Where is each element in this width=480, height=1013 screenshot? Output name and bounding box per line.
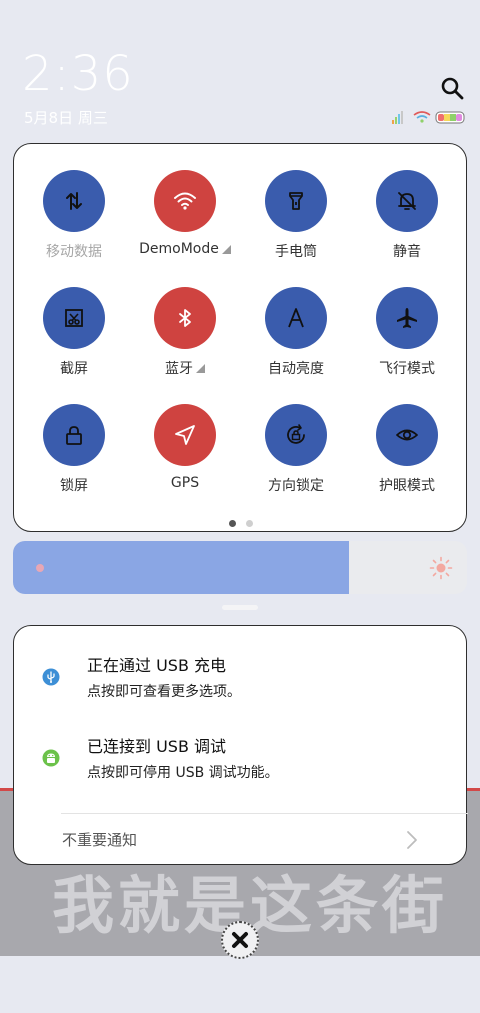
tile-screenshot[interactable]: 截屏 [24, 287, 124, 387]
tile-label: 自动亮度 [268, 361, 324, 377]
notification-usb-debugging[interactable]: 已连接到 USB 调试 点按即可停用 USB 调试功能。 [14, 736, 468, 796]
tile-label: GPS [170, 475, 200, 491]
brightness-high-icon [429, 556, 453, 580]
tile-circle[interactable] [376, 170, 438, 232]
auto-brightness-icon [288, 308, 304, 328]
date[interactable]: 5月8日 周三 [24, 108, 108, 128]
close-button[interactable] [221, 921, 259, 959]
drag-handle[interactable] [222, 605, 258, 610]
tile-mobile-data[interactable]: 移动数据 [24, 170, 124, 270]
screenshot-icon [65, 309, 83, 327]
flashlight-icon [289, 192, 303, 210]
tile-circle[interactable] [376, 287, 438, 349]
tile-gps[interactable]: GPS [135, 404, 235, 504]
tile-circle[interactable] [43, 404, 105, 466]
tile-label: DemoMode [139, 241, 231, 257]
rotation-lock-icon [287, 424, 305, 444]
tile-flashlight[interactable]: 手电筒 [246, 170, 346, 270]
notification-usb-charging[interactable]: 正在通过 USB 充电 点按即可查看更多选项。 [14, 655, 468, 715]
tile-label: 移动数据 [46, 244, 102, 260]
location-arrow-icon [175, 425, 195, 445]
tile-circle[interactable] [376, 404, 438, 466]
tile-airplane[interactable]: 飞行模式 [357, 287, 457, 387]
tile-mute[interactable]: 静音 [357, 170, 457, 270]
wifi-icon [174, 192, 196, 210]
expand-triangle-icon [196, 363, 205, 373]
tile-circle[interactable] [154, 287, 216, 349]
usb-icon [42, 668, 60, 686]
tile-label: 静音 [393, 244, 421, 260]
tile-rotation-lock[interactable]: 方向锁定 [246, 404, 346, 504]
wifi-status-icon [413, 111, 431, 123]
tile-bluetooth[interactable]: 蓝牙 [135, 287, 235, 387]
brightness-low-icon [36, 564, 44, 572]
notification-title: 已连接到 USB 调试 [87, 737, 227, 756]
tile-label: 方向锁定 [268, 478, 324, 494]
tile-eye-care[interactable]: 护眼模式 [357, 404, 457, 504]
tile-circle[interactable] [154, 404, 216, 466]
notification-body: 点按即可查看更多选项。 [87, 684, 241, 700]
battery-icon [435, 111, 465, 124]
tile-label: 手电筒 [275, 244, 317, 260]
airplane-icon [397, 308, 417, 328]
tile-circle[interactable] [43, 287, 105, 349]
tile-circle[interactable] [265, 404, 327, 466]
android-icon [42, 749, 60, 767]
tile-circle[interactable] [265, 170, 327, 232]
expand-triangle-icon [221, 244, 231, 254]
page-dot-active [229, 520, 236, 527]
brightness-fill [13, 541, 349, 594]
mute-bell-icon [398, 192, 416, 210]
tile-label: 截屏 [60, 361, 88, 377]
tile-circle[interactable] [265, 287, 327, 349]
notification-title: 正在通过 USB 充电 [87, 656, 227, 675]
divider [61, 813, 468, 814]
bluetooth-icon [179, 309, 191, 327]
quick-settings-panel: 移动数据 DemoMode 手电筒 静音 截屏 蓝牙 自动亮度 飞行模式 锁屏 … [13, 143, 467, 532]
signal-icon [392, 111, 403, 124]
chevron-right-icon[interactable] [406, 830, 418, 850]
brightness-slider[interactable] [13, 541, 467, 594]
page-indicator [229, 520, 253, 527]
tile-label: 护眼模式 [379, 478, 435, 494]
mobile-data-icon [66, 192, 82, 210]
tile-wifi[interactable]: DemoMode [135, 170, 235, 270]
notification-panel: 正在通过 USB 充电 点按即可查看更多选项。 已连接到 USB 调试 点按即可… [13, 625, 468, 865]
page-dot [246, 520, 253, 527]
unimportant-notifications-link[interactable]: 不重要通知 [62, 829, 137, 851]
status-icons [392, 111, 465, 124]
tile-auto-brightness[interactable]: 自动亮度 [246, 287, 346, 387]
lock-icon [66, 426, 82, 445]
clock[interactable]: 2:36 [22, 46, 134, 102]
tile-label: 锁屏 [60, 478, 88, 494]
tile-lock-screen[interactable]: 锁屏 [24, 404, 124, 504]
notification-body: 点按即可停用 USB 调试功能。 [87, 765, 279, 781]
tile-label: 飞行模式 [379, 361, 435, 377]
tile-circle[interactable] [154, 170, 216, 232]
close-icon [232, 932, 248, 948]
tile-circle[interactable] [43, 170, 105, 232]
search-icon[interactable] [440, 76, 464, 100]
eye-icon [396, 429, 418, 441]
tile-label: 蓝牙 [165, 358, 205, 378]
